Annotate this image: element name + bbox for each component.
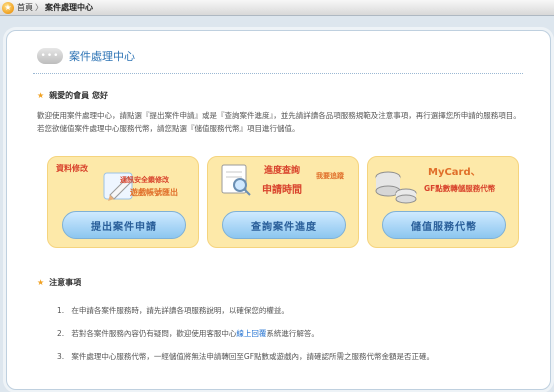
star-bullet-icon: ★: [37, 278, 45, 287]
online-reply-link[interactable]: 線上回覆: [236, 329, 266, 338]
greeting: ★ 親愛的會員 您好: [37, 90, 108, 101]
check-progress-button[interactable]: 查詢案件進度: [222, 211, 346, 239]
search-document-icon: [221, 164, 251, 196]
apply-case-button[interactable]: 提出案件申請: [62, 211, 186, 239]
tag-data-edit: 資料修改: [56, 164, 88, 173]
page-title: 案件處理中心: [69, 50, 135, 63]
notes-list: 1. 在申請各案件服務時，請先詳讀各項服務說明，以確保您的權益。 2. 若對各案…: [57, 304, 527, 373]
note-text: 案件處理中心服務代幣，一經儲值將無法申請轉回至GF點數或遊戲內，請確認所需之服務…: [71, 352, 435, 361]
greeting-text: 親愛的會員 您好: [49, 91, 108, 100]
coins-icon: [375, 171, 417, 204]
tag-account-export: 遊戲帳號匯出: [130, 188, 178, 197]
note-number: 3.: [57, 352, 65, 361]
card-apply[interactable]: 資料修改 通訊安全鎖修改 遊戲帳號匯出 提出案件申請: [47, 156, 199, 248]
speech-bubble-icon: •••: [37, 48, 63, 64]
notes-title: 注意事項: [49, 278, 82, 287]
note-item: 1. 在申請各案件服務時，請先詳讀各項服務說明，以確保您的權益。: [57, 304, 527, 327]
card-progress[interactable]: 進度查詢 申請時間 我要追蹤 查詢案件進度: [207, 156, 359, 248]
heading-divider: [33, 73, 523, 74]
intro-text: 歡迎使用案件處理中心，請點選『提出案件申請』或是『查詢案件進度』，並先請詳讀各品…: [37, 111, 521, 133]
note-text-pre: 若對各案件服務內容仍有疑問，歡迎使用客服中心: [71, 329, 237, 338]
note-item: 2. 若對各案件服務內容仍有疑問，歡迎使用客服中心線上回覆系統進行解答。: [57, 327, 527, 350]
breadcrumb-current: 案件處理中心: [45, 3, 93, 12]
tag-progress-query: 進度查詢: [264, 166, 301, 176]
tag-track: 我要追蹤: [316, 172, 344, 180]
card-topup[interactable]: MyCard、 GF點數轉儲服務代幣 儲值服務代幣: [367, 156, 519, 248]
main-panel: ••• 案件處理中心 ★ 親愛的會員 您好 歡迎使用案件處理中心，請點選『提出案…: [6, 30, 551, 390]
tag-mycard: MyCard、: [428, 167, 481, 178]
notes-heading: ★ 注意事項: [37, 277, 81, 288]
note-number: 1.: [57, 306, 65, 315]
tag-apply-time: 申請時間: [262, 185, 302, 196]
star-bullet-icon: ★: [37, 91, 45, 100]
breadcrumb-separator: 〉: [35, 3, 43, 12]
note-text: 在申請各案件服務時，請先詳讀各項服務說明，以確保您的權益。: [71, 306, 289, 315]
topup-token-button[interactable]: 儲值服務代幣: [382, 211, 506, 239]
tag-security-lock: 通訊安全鎖修改: [120, 176, 169, 184]
note-number: 2.: [57, 329, 65, 338]
star-home-icon: ★: [2, 1, 14, 14]
note-item: 3. 案件處理中心服務代幣，一經儲值將無法申請轉回至GF點數或遊戲內，請確認所需…: [57, 350, 527, 373]
tag-gf-convert: GF點數轉儲服務代幣: [424, 184, 496, 193]
note-text-post: 系統進行解答。: [266, 329, 319, 338]
breadcrumb-home-link[interactable]: 首頁: [17, 2, 33, 13]
page-heading: ••• 案件處理中心: [37, 48, 135, 64]
breadcrumb-bar: ★ 首頁 〉 案件處理中心: [0, 0, 554, 16]
service-cards: 資料修改 通訊安全鎖修改 遊戲帳號匯出 提出案件申請 進度查詢 申請時間 我要追…: [47, 156, 519, 248]
